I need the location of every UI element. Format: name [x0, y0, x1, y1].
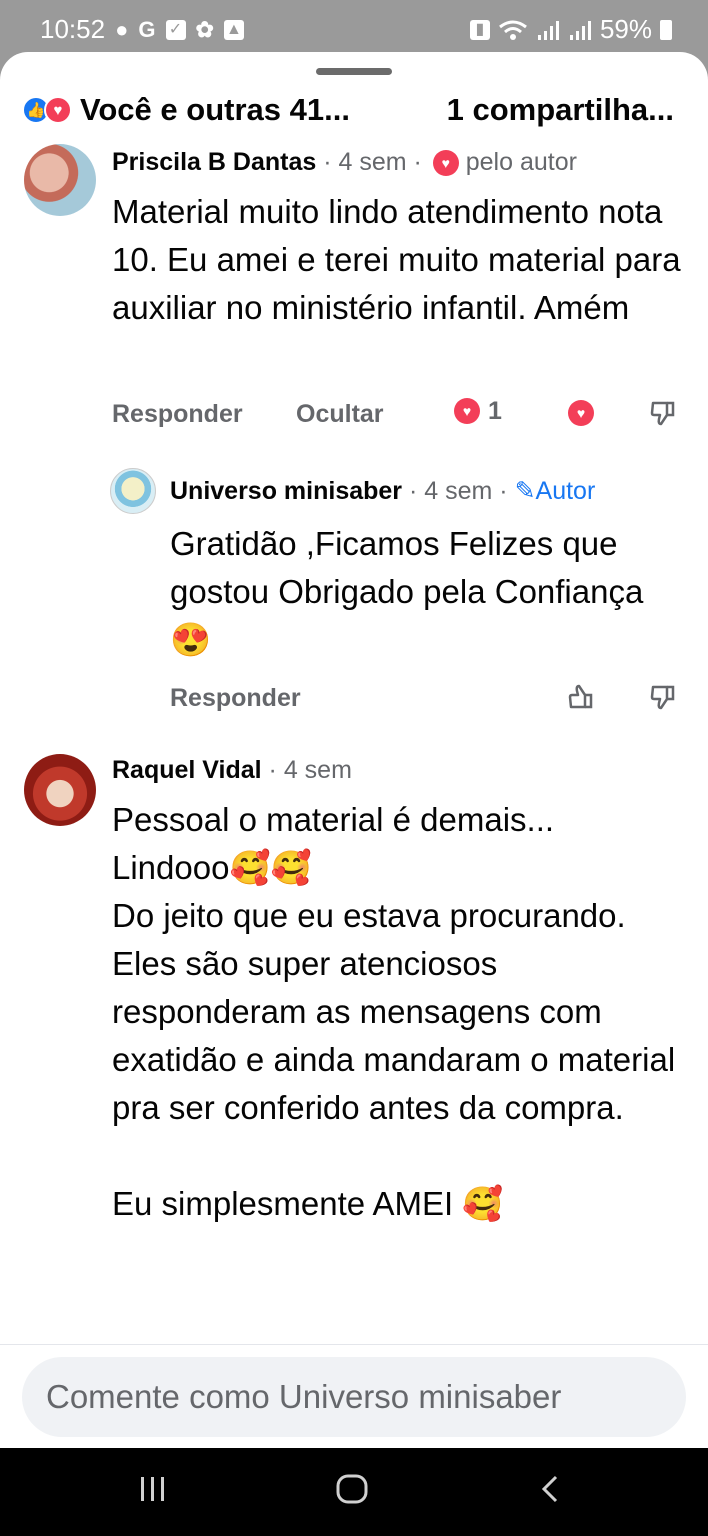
hide-button[interactable]: Ocultar	[296, 400, 384, 429]
comment-text: Pessoal o material é demais... Lindooo🥰🥰…	[112, 796, 692, 1228]
comment-time: · 4 sem ·	[323, 148, 422, 176]
battery-icon	[660, 19, 672, 40]
commenter-name[interactable]: Priscila B Dantas · 4 sem · ♥ pelo autor	[112, 148, 577, 177]
commenter-name[interactable]: Raquel Vidal · 4 sem	[112, 756, 352, 785]
home-icon	[336, 1474, 368, 1504]
composer-area: Comente como Universo minisaber	[0, 1344, 708, 1448]
reply-time: · 4 sem ·	[408, 477, 508, 505]
status-left: 10:52 ● G ✓ ✿ ▲	[40, 14, 244, 45]
comment-line	[112, 1132, 692, 1180]
comment-line: Pessoal o material é demais...	[112, 801, 555, 838]
thumbs-down-icon	[650, 685, 675, 710]
reply-author-name[interactable]: Universo minisaber · 4 sem · ✎Autor	[170, 476, 595, 506]
back-icon	[541, 1475, 558, 1503]
love-reaction-icon: ♥	[454, 398, 480, 424]
dislike-button[interactable]	[648, 398, 678, 428]
reply-text: Gratidão ,Ficamos Felizes que gostou Obr…	[170, 525, 644, 658]
love-button[interactable]: ♥	[566, 398, 596, 428]
comment-time: · 4 sem	[268, 756, 352, 784]
dislike-button[interactable]	[648, 682, 678, 712]
status-bar: 10:52 ● G ✓ ✿ ▲ ▮ 59%	[0, 0, 708, 60]
shares-count[interactable]: 1 compartilha...	[447, 92, 674, 128]
reaction-count-value: 1	[488, 396, 502, 425]
reply-button[interactable]: Responder	[112, 400, 243, 429]
home-button[interactable]	[336, 1474, 368, 1509]
chat-icon: ●	[115, 16, 129, 42]
google-icon: G	[138, 16, 156, 42]
pencil-icon: ✎	[514, 477, 536, 505]
reply-author-name-text[interactable]: Universo minisaber	[170, 477, 402, 505]
recent-apps-icon	[141, 1477, 164, 1501]
navigation-bar	[0, 1448, 708, 1536]
author-label: Autor	[535, 477, 596, 505]
author-tag: ✎Autor	[515, 477, 596, 505]
thumbs-up-icon	[568, 684, 593, 709]
avatar[interactable]	[24, 754, 96, 826]
reaction-count[interactable]: ♥ 1	[454, 396, 514, 426]
signal-icon	[537, 20, 559, 40]
liked-by-author: pelo autor	[465, 148, 577, 176]
like-button[interactable]	[566, 682, 596, 712]
status-time: 10:52	[40, 14, 106, 44]
back-button[interactable]	[538, 1474, 562, 1509]
battery-percent: 59%	[599, 14, 652, 44]
reactions-row: 👍 ♥ Você e outras 41... 1 compartilha...	[22, 90, 686, 130]
commenter-name-text[interactable]: Raquel Vidal	[112, 756, 262, 784]
avatar[interactable]	[110, 468, 156, 514]
comment-line: Do jeito que eu estava procurando.	[112, 897, 626, 934]
comments-sheet: 👍 ♥ Você e outras 41... 1 compartilha...…	[0, 52, 708, 1448]
battery-saver-icon: ▮	[469, 19, 490, 40]
thumbs-down-icon	[650, 401, 675, 426]
love-reaction-icon: ♥	[44, 96, 72, 124]
comment-input[interactable]: Comente como Universo minisaber	[22, 1357, 686, 1437]
love-badge-icon: ♥	[432, 150, 459, 177]
reply-button[interactable]: Responder	[170, 684, 301, 713]
comment-line: Lindooo🥰🥰	[112, 849, 312, 886]
comment-line: Eles são super atenciosos responderam as…	[112, 945, 676, 1126]
drag-handle[interactable]	[316, 68, 392, 75]
reactions-summary[interactable]: Você e outras 41...	[80, 92, 350, 128]
gallery-icon: ▲	[223, 19, 244, 40]
signal-icon	[569, 20, 591, 40]
comment-text: Material muito lindo atendimento nota 10…	[112, 193, 681, 326]
avatar[interactable]	[24, 144, 96, 216]
checkbox-icon: ✓	[165, 19, 186, 40]
status-right: ▮ 59%	[469, 14, 672, 45]
recent-apps-button[interactable]	[138, 1474, 168, 1509]
wifi-icon	[499, 20, 527, 40]
flower-icon: ✿	[195, 16, 214, 42]
comment-line: Eu simplesmente AMEI 🥰	[112, 1185, 504, 1222]
love-icon: ♥	[568, 400, 594, 426]
commenter-name-text[interactable]: Priscila B Dantas	[112, 148, 316, 176]
